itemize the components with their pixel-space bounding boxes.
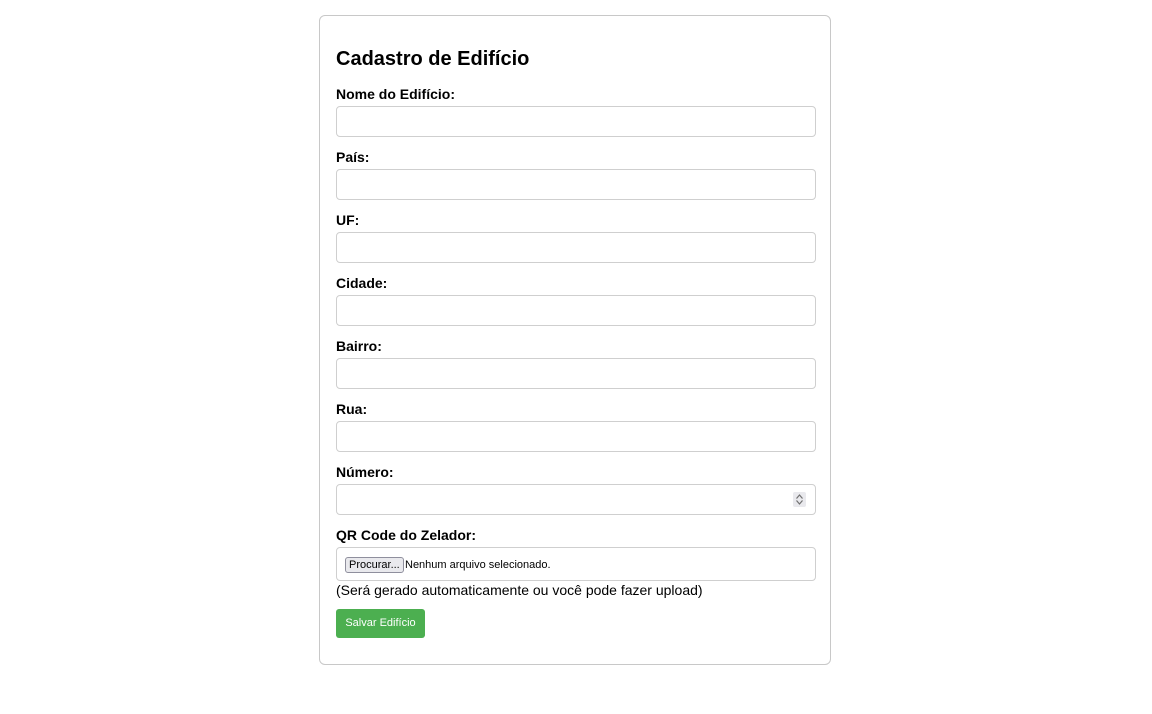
qr-code-label: QR Code do Zelador: — [336, 527, 476, 543]
number-spinner[interactable] — [793, 492, 806, 507]
street-label: Rua: — [336, 401, 368, 417]
city-input[interactable] — [336, 295, 816, 326]
state-input[interactable] — [336, 232, 816, 263]
neighborhood-input[interactable] — [336, 358, 816, 389]
country-input[interactable] — [336, 169, 816, 200]
city-label: Cidade: — [336, 275, 388, 291]
country-label: País: — [336, 149, 370, 165]
chevron-down-icon[interactable] — [796, 500, 803, 505]
neighborhood-label: Bairro: — [336, 338, 382, 354]
form-title: Cadastro de Edifício — [336, 48, 530, 70]
building-name-input[interactable] — [336, 106, 816, 137]
number-input[interactable] — [336, 484, 816, 515]
state-label: UF: — [336, 212, 360, 228]
number-label: Número: — [336, 464, 394, 480]
qr-code-hint: (Será gerado automaticamente ou você pod… — [336, 582, 703, 598]
browse-file-button[interactable]: Procurar... — [345, 557, 404, 573]
street-input[interactable] — [336, 421, 816, 452]
building-form-card: Cadastro de Edifício Nome do Edifício: P… — [319, 15, 831, 665]
building-name-label: Nome do Edifício: — [336, 86, 455, 102]
file-status-text: Nenhum arquivo selecionado. — [405, 559, 551, 571]
save-building-button[interactable]: Salvar Edifício — [336, 609, 425, 638]
chevron-up-icon[interactable] — [796, 494, 803, 499]
qr-code-file-input[interactable]: Procurar... Nenhum arquivo selecionado. — [336, 547, 816, 581]
